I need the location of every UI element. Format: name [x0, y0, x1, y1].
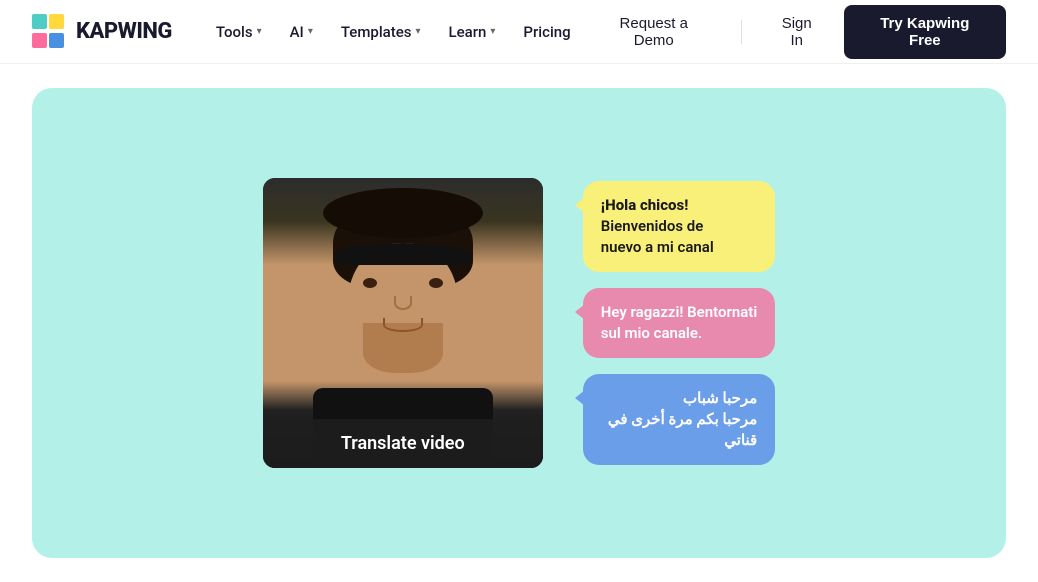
- nav-item-tools[interactable]: Tools ▾: [204, 15, 274, 49]
- speech-bubble-italian: Hey ragazzi! Bentornati sul mio canale.: [583, 288, 775, 358]
- video-label-text: Translate video: [341, 433, 465, 454]
- nav-links: Tools ▾ AI ▾ Templates ▾ Learn ▾ Pricing: [204, 15, 583, 49]
- logo-icon: [32, 14, 68, 50]
- request-demo-button[interactable]: Request a Demo: [583, 7, 725, 57]
- nav-item-learn[interactable]: Learn ▾: [437, 15, 508, 49]
- bubble-line2: Bienvenidos de: [601, 216, 757, 237]
- sign-in-button[interactable]: Sign In: [758, 7, 836, 57]
- main-content: Translate video ¡Hola chicos! Bienvenido…: [0, 64, 1038, 582]
- bubble-line3: nuevo a mi canal: [601, 237, 757, 258]
- hero-card: Translate video ¡Hola chicos! Bienvenido…: [32, 88, 1006, 558]
- nav-divider: [741, 20, 742, 44]
- nav-item-templates[interactable]: Templates ▾: [329, 15, 433, 49]
- nav-item-ai[interactable]: AI ▾: [278, 15, 325, 49]
- video-label: Translate video: [263, 419, 543, 468]
- bubble-line1: Hey ragazzi! Bentornati: [601, 302, 757, 323]
- demo-container: Translate video ¡Hola chicos! Bienvenido…: [263, 178, 775, 468]
- nav-item-pricing[interactable]: Pricing: [511, 15, 582, 49]
- bubble-line1: مرحبا شباب: [601, 388, 757, 409]
- try-free-button[interactable]: Try Kapwing Free: [844, 5, 1006, 59]
- bubble-line1: ¡Hola chicos!: [601, 195, 757, 216]
- speech-bubble-arabic: مرحبا شباب مرحبا بكم مرة أخرى في قناتي: [583, 374, 775, 465]
- chevron-down-icon: ▾: [308, 26, 313, 37]
- face-eyes: [363, 278, 443, 288]
- chevron-down-icon: ▾: [490, 26, 495, 37]
- speech-bubble-spanish: ¡Hola chicos! Bienvenidos de nuevo a mi …: [583, 181, 775, 272]
- chevron-down-icon: ▾: [257, 26, 262, 37]
- video-frame: Translate video: [263, 178, 543, 468]
- bubble-line2: sul mio canale.: [601, 323, 757, 344]
- logo-text: KAPWING: [76, 19, 172, 44]
- chevron-down-icon: ▾: [415, 26, 420, 37]
- navbar: KAPWING Tools ▾ AI ▾ Templates ▾ Learn ▾…: [0, 0, 1038, 64]
- bubble-line2: مرحبا بكم مرة أخرى في: [601, 409, 757, 430]
- bubbles-container: ¡Hola chicos! Bienvenidos de nuevo a mi …: [583, 181, 775, 465]
- nav-right: Request a Demo Sign In Try Kapwing Free: [583, 5, 1006, 59]
- bubble-line3: قناتي: [601, 430, 757, 451]
- logo[interactable]: KAPWING: [32, 14, 172, 50]
